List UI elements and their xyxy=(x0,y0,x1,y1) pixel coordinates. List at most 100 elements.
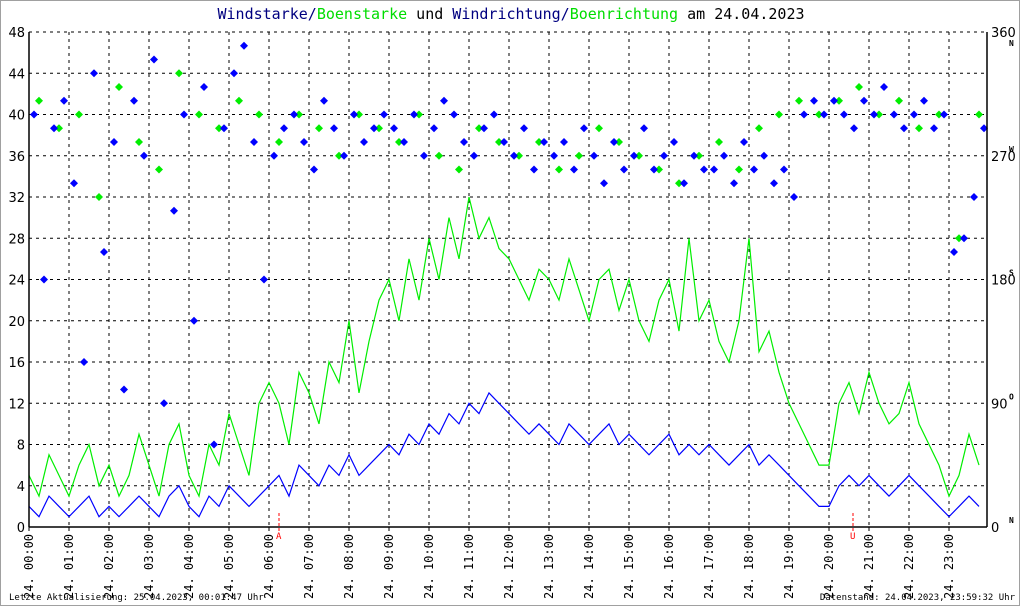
direction-point-windrichtung xyxy=(370,124,378,133)
direction-point-boenrichtung xyxy=(735,165,743,174)
series-line-windstarke xyxy=(28,391,980,518)
chart-container: Windstarke/Boenstarke und Windrichtung/B… xyxy=(0,0,1020,606)
direction-point-windrichtung xyxy=(210,440,218,449)
direction-point-windrichtung xyxy=(510,151,518,160)
y-tick-label: 4 xyxy=(17,480,25,495)
direction-point-windrichtung xyxy=(590,151,598,160)
direction-point-boenrichtung xyxy=(235,96,243,105)
direction-point-windrichtung xyxy=(770,179,778,188)
direction-point-windrichtung xyxy=(240,41,248,50)
compass-label: N xyxy=(1009,39,1014,48)
direction-point-boenrichtung xyxy=(595,124,603,133)
direction-point-boenrichtung xyxy=(435,151,443,160)
direction-point-windrichtung xyxy=(760,151,768,160)
x-tick-label: 24. 03:00 xyxy=(142,534,156,599)
direction-point-windrichtung xyxy=(360,138,368,146)
direction-point-boenrichtung xyxy=(175,69,183,78)
x-tick-label: 24. 17:00 xyxy=(702,534,716,599)
direction-point-boenrichtung xyxy=(315,124,323,133)
direction-point-boenrichtung xyxy=(95,193,103,201)
x-tick-label: 24. 19:00 xyxy=(782,534,796,599)
compass-label: O xyxy=(1009,392,1014,401)
direction-point-windrichtung xyxy=(230,69,238,78)
direction-point-windrichtung xyxy=(350,110,358,119)
direction-point-boenrichtung xyxy=(715,138,723,146)
direction-point-windrichtung xyxy=(90,69,98,78)
direction-point-boenrichtung xyxy=(255,110,263,119)
y-tick-label: 24 xyxy=(8,274,25,289)
direction-point-boenrichtung xyxy=(895,96,903,105)
direction-point-windrichtung xyxy=(340,151,348,160)
x-tick-label: 24. 15:00 xyxy=(622,534,636,599)
direction-point-boenrichtung xyxy=(135,138,143,146)
sun-marker-label: A xyxy=(276,532,282,542)
direction-point-windrichtung xyxy=(600,179,608,188)
direction-point-windrichtung xyxy=(610,138,618,146)
direction-point-boenrichtung xyxy=(775,110,783,119)
direction-point-windrichtung xyxy=(620,165,628,174)
direction-point-windrichtung xyxy=(540,138,548,146)
x-tick-label: 24. 08:00 xyxy=(342,534,356,599)
direction-point-windrichtung xyxy=(410,110,418,119)
direction-point-windrichtung xyxy=(140,151,148,160)
direction-point-windrichtung xyxy=(400,138,408,146)
x-tick-label: 24. 05:00 xyxy=(222,534,236,599)
x-tick-label: 24. 20:00 xyxy=(822,534,836,599)
direction-point-windrichtung xyxy=(430,124,438,133)
direction-point-windrichtung xyxy=(850,124,858,133)
direction-point-windrichtung xyxy=(30,110,38,119)
direction-point-windrichtung xyxy=(680,179,688,188)
direction-point-windrichtung xyxy=(180,110,188,119)
direction-point-windrichtung xyxy=(260,275,268,284)
direction-point-windrichtung xyxy=(330,124,338,133)
direction-point-windrichtung xyxy=(220,124,228,133)
direction-point-windrichtung xyxy=(720,151,728,160)
direction-point-windrichtung xyxy=(170,206,178,215)
direction-point-boenrichtung xyxy=(115,83,123,91)
direction-point-windrichtung xyxy=(930,124,938,133)
direction-point-windrichtung xyxy=(630,151,638,160)
direction-point-windrichtung xyxy=(690,151,698,160)
x-tick-label: 24. 11:00 xyxy=(462,534,476,599)
y-tick-label: 36 xyxy=(8,150,25,165)
x-tick-label: 24. 13:00 xyxy=(542,534,556,599)
x-tick-label: 24. 00:00 xyxy=(22,534,36,599)
y-tick-label: 48 xyxy=(8,26,25,41)
direction-point-windrichtung xyxy=(790,193,798,201)
y-tick-label: 8 xyxy=(17,439,25,454)
x-tick-label: 24. 02:00 xyxy=(102,534,116,599)
y-tick-label: 16 xyxy=(8,356,25,371)
direction-point-windrichtung xyxy=(310,165,318,174)
last-update: Letzte Aktualisierung: 25.04.2023, 00:01… xyxy=(9,593,264,603)
direction-point-boenrichtung xyxy=(795,96,803,105)
direction-point-windrichtung xyxy=(780,165,788,174)
direction-point-windrichtung xyxy=(810,96,818,105)
direction-point-windrichtung xyxy=(640,124,648,133)
direction-point-windrichtung xyxy=(440,96,448,105)
direction-point-windrichtung xyxy=(190,316,198,325)
direction-point-windrichtung xyxy=(560,138,568,146)
y-tick-label: 32 xyxy=(8,191,25,206)
x-tick-label: 24. 09:00 xyxy=(382,534,396,599)
direction-point-windrichtung xyxy=(60,96,68,105)
direction-point-boenrichtung xyxy=(35,96,43,105)
direction-point-windrichtung xyxy=(660,151,668,160)
direction-point-windrichtung xyxy=(250,138,258,146)
direction-point-boenrichtung xyxy=(75,110,83,119)
direction-point-windrichtung xyxy=(280,124,288,133)
plot-svg: 0481216202428323640444824. 00:00 24. 01:0… xyxy=(8,26,1015,599)
x-tick-label: 24. 22:00 xyxy=(902,534,916,599)
direction-point-windrichtung xyxy=(70,179,78,188)
compass-label: N xyxy=(1009,516,1014,525)
series-line-boenstarke xyxy=(28,196,980,498)
x-tick-label: 24. 14:00 xyxy=(582,534,596,599)
x-tick-label: 24. 16:00 xyxy=(662,534,676,599)
direction-point-windrichtung xyxy=(50,124,58,133)
direction-point-windrichtung xyxy=(940,110,948,119)
x-tick-label: 24. 23:00 xyxy=(942,534,956,599)
direction-point-boenrichtung xyxy=(455,165,463,174)
direction-point-windrichtung xyxy=(110,138,118,146)
direction-point-windrichtung xyxy=(840,110,848,119)
direction-point-windrichtung xyxy=(580,124,588,133)
x-tick-label: 24. 01:00 xyxy=(62,534,76,599)
